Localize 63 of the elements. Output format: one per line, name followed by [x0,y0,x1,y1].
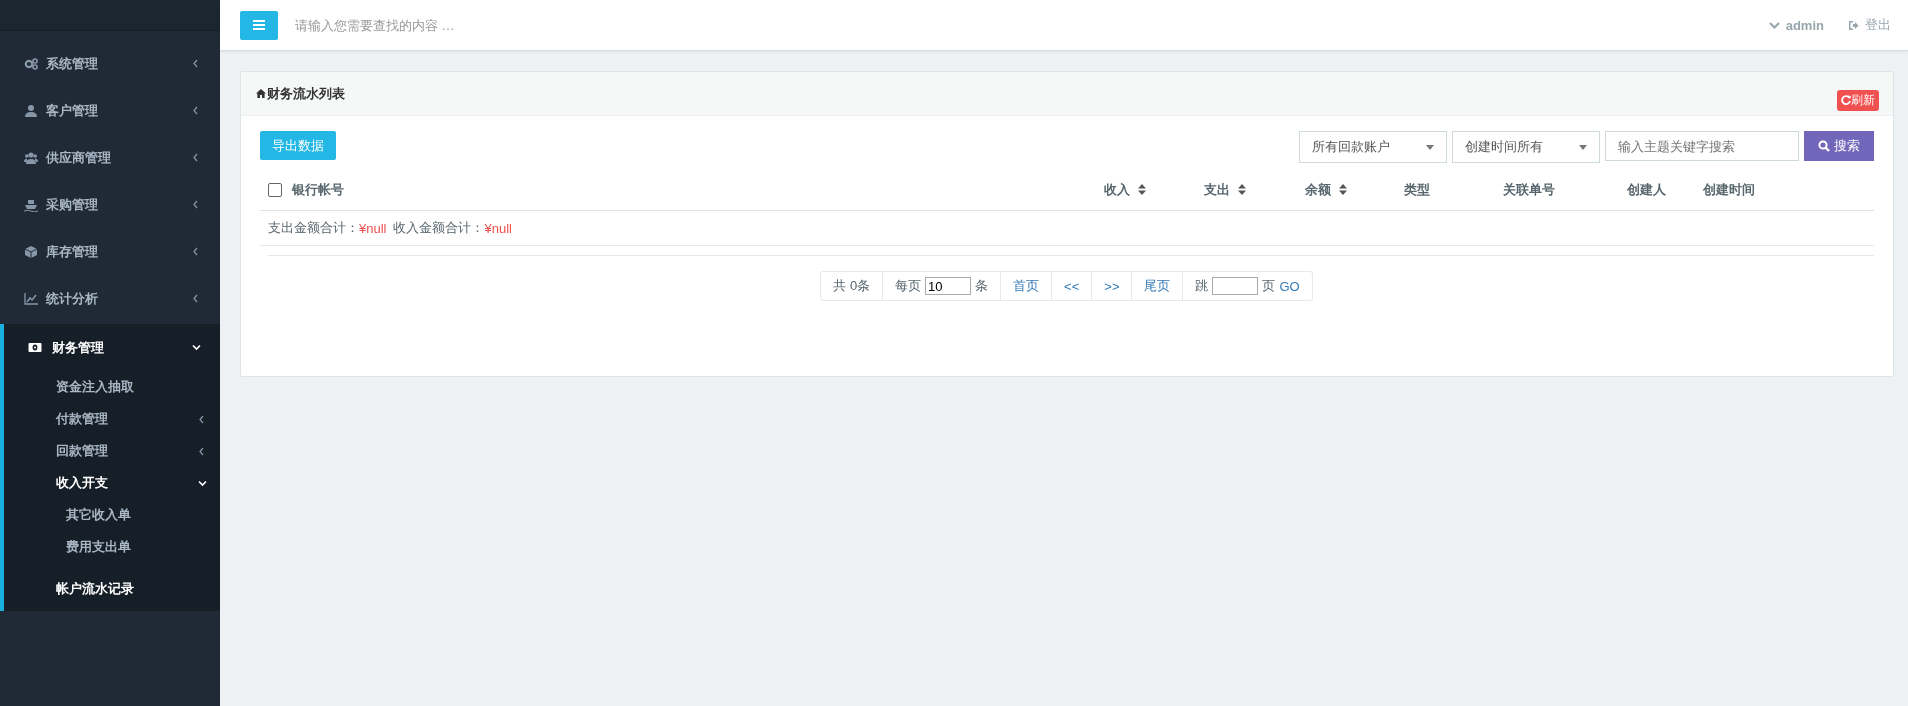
column-header[interactable]: 支出 [1204,180,1305,199]
caret-down-icon [1579,144,1587,150]
jump-label: 跳 [1195,277,1209,295]
sign-out-icon [1848,19,1859,31]
cube-icon [24,244,38,259]
jump-unit: 页 [1262,277,1276,295]
chevron-down-icon [1768,20,1780,30]
ship-icon [24,197,38,212]
dropdown[interactable]: 创建时间所有 [1452,131,1600,163]
per-page-label: 每页 [895,277,922,295]
column-header[interactable]: 创建人 [1627,180,1703,199]
summary-value: ¥null [484,220,512,236]
sidebar-subitem[interactable]: 其它收入单 [4,499,220,531]
summary-label: 收入金额合计： [393,219,485,237]
menu-icon [253,20,265,30]
sidebar-subitem[interactable]: 费用支出单 [4,531,220,563]
sidebar-item[interactable]: 客户管理 [0,87,220,134]
gears-icon [24,56,38,71]
money-icon [28,340,42,355]
sidebar-subitem[interactable]: 帐户流水记录 [4,573,220,605]
summary-label: 支出金额合计： [268,219,359,237]
column-header[interactable]: 创建时间 [1703,180,1755,199]
summary-value: ¥null [359,220,387,236]
sidebar-item[interactable]: 采购管理 [0,181,220,228]
column-header[interactable]: 类型 [1404,180,1503,199]
last-page-link[interactable]: 尾页 [1131,271,1184,301]
panel-title: 财务流水列表 [267,84,345,103]
column-header[interactable]: 关联单号 [1503,180,1627,199]
previous-page-link[interactable]: << [1051,271,1093,301]
chevron-down-icon [198,478,207,488]
select-all-checkbox[interactable] [268,182,282,197]
home-icon [256,89,266,98]
column-header[interactable]: 银行帐号 [292,180,1104,199]
line-chart-icon [24,291,38,306]
total-count: 共 0条 [820,271,884,301]
sidebar-item[interactable]: 统计分析 [0,275,220,322]
sidebar-subitem[interactable]: 付款管理 [4,403,220,435]
sidebar-item[interactable]: 库存管理 [0,228,220,275]
sidebar-item[interactable]: 供应商管理 [0,134,220,181]
dropdown[interactable]: 所有回款账户 [1299,131,1447,163]
search-field[interactable]: 输入主题关键字搜索 [1605,131,1799,161]
sidebar-subitem[interactable]: 资金注入抽取 [4,371,220,403]
next-page-link[interactable]: >> [1091,271,1133,301]
sidebar-item[interactable]: 财务管理 [4,324,220,371]
caret-down-icon [1426,144,1434,150]
sidebar-subitem[interactable]: 收入开支 [4,467,220,499]
search-icon [1818,140,1830,152]
user-icon [24,103,38,118]
column-header[interactable]: 余额 [1305,180,1404,199]
search-button[interactable]: 搜索 [1804,131,1874,161]
chevron-down-icon [192,343,201,352]
refresh-button[interactable]: 刷新 [1837,89,1879,111]
column-header[interactable]: 收入 [1104,180,1204,199]
sidebar-item[interactable]: 系统管理 [0,40,220,87]
per-page-field[interactable]: 10 [925,277,972,295]
per-page-unit: 条 [975,277,989,295]
users-icon [24,150,38,165]
jump-page-field[interactable] [1212,277,1259,295]
sidebar-subitem[interactable]: 回款管理 [4,435,220,467]
refresh-icon [1841,95,1851,105]
go-link[interactable]: GO [1279,278,1300,294]
menu-button[interactable] [240,10,278,40]
first-page-link[interactable]: 首页 [1000,271,1053,301]
